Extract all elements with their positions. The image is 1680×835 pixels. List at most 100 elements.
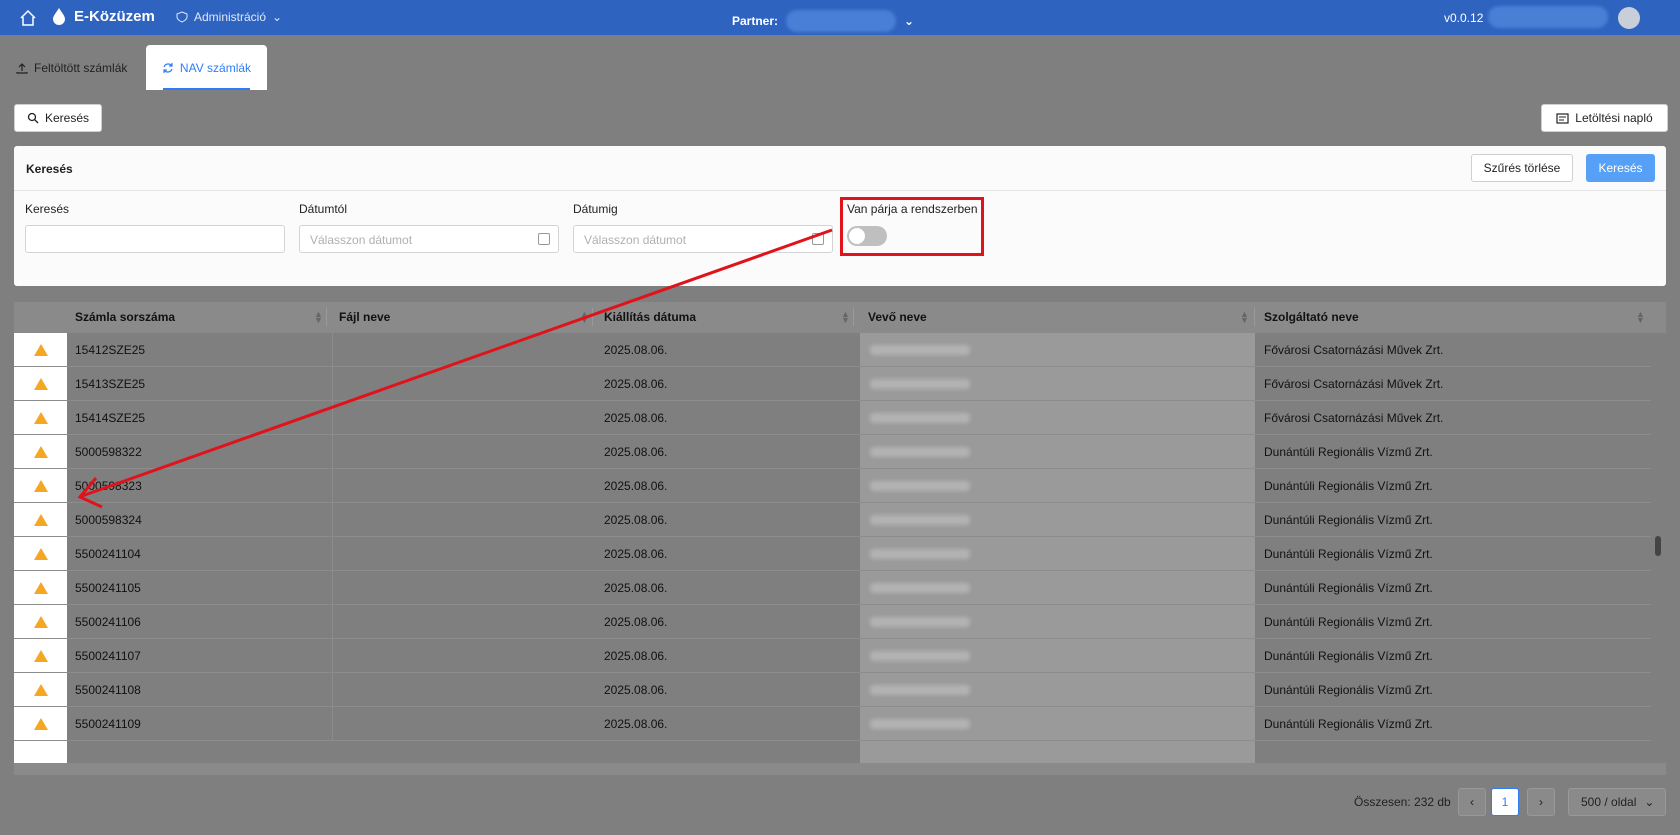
provider-name-cell: Dunántúli Regionális Vízmű Zrt. — [1264, 615, 1433, 629]
issue-date-cell: 2025.08.06. — [604, 547, 668, 561]
sync-icon — [163, 62, 173, 73]
invoice-number-cell: 5500241108 — [75, 683, 141, 697]
tab-label: NAV számlák — [179, 60, 252, 75]
prev-page-button[interactable]: ‹ — [1458, 788, 1486, 816]
provider-name-cell: Dunántúli Regionális Vízmű Zrt. — [1264, 547, 1433, 561]
chevron-down-icon: ⌄ — [904, 14, 915, 28]
shield-icon — [176, 11, 188, 23]
chevron-down-icon: ⌄ — [272, 10, 283, 24]
customer-name-redacted — [870, 345, 970, 355]
drop-icon — [53, 8, 65, 25]
customer-name-redacted — [870, 413, 970, 423]
cell-divider — [332, 673, 333, 707]
app-logo[interactable]: E-Közüzem — [52, 7, 155, 25]
invoice-number-cell: 5000598323 — [75, 479, 142, 493]
column-header-provider-name[interactable]: Szolgáltató neve — [1264, 310, 1359, 324]
version-label: v0.0.12 — [1444, 11, 1484, 25]
issue-date-cell: 2025.08.06. — [604, 445, 668, 459]
table-row[interactable]: 5500241104 2025.08.06. Dunántúli Regionáli… — [14, 537, 1651, 571]
cell-divider — [332, 571, 333, 605]
date-from-field[interactable]: Válasszon dátumot — [299, 225, 559, 253]
customer-name-redacted — [870, 447, 970, 457]
log-icon — [1556, 112, 1569, 124]
cell-divider — [332, 537, 333, 571]
table-row[interactable]: 5500241109 2025.08.06. Dunántúli Regionáli… — [14, 707, 1651, 741]
customer-name-redacted — [870, 651, 970, 661]
download-log-button[interactable]: Letöltési napló — [1541, 104, 1668, 132]
date-from-placeholder: Válasszon dátumot — [310, 233, 413, 247]
tab-bar: Feltöltött számlák NAV számlák — [0, 35, 1680, 90]
table-row[interactable]: 5500241106 2025.08.06. Dunántúli Regionáli… — [14, 605, 1651, 639]
table-row[interactable]: 5000598324 2025.08.06. Dunántúli Regionáli… — [14, 503, 1651, 537]
sort-icon[interactable]: ▲ ▼ — [580, 310, 589, 325]
tab-uploaded-invoices[interactable]: Feltöltött számlák — [16, 45, 127, 90]
table-row[interactable]: 15413SZE25 2025.08.06. Fővárosi Csatornázá… — [14, 367, 1651, 401]
issue-date-cell: 2025.08.06. — [604, 377, 668, 391]
horizontal-scrollbar[interactable] — [14, 763, 1666, 775]
provider-name-cell: Fővárosi Csatornázási Művek Zrt. — [1264, 377, 1444, 391]
column-divider — [326, 308, 327, 326]
provider-name-cell: Dunántúli Regionális Vízmű Zrt. — [1264, 513, 1433, 527]
cell-divider — [332, 639, 333, 673]
invoice-number-cell: 5000598322 — [75, 445, 142, 459]
tab-label: Feltöltött számlák — [34, 60, 128, 75]
clear-filter-button[interactable]: Szűrés törlése — [1471, 154, 1573, 182]
sort-icon[interactable]: ▲ ▼ — [1240, 310, 1249, 325]
invoice-number-cell: 15413SZE25 — [75, 377, 146, 391]
tab-nav-invoices[interactable]: NAV számlák — [146, 45, 267, 90]
warning-icon — [34, 548, 48, 560]
search-input[interactable] — [25, 225, 285, 253]
provider-name-cell: Dunántúli Regionális Vízmű Zrt. — [1264, 581, 1433, 595]
issue-date-cell: 2025.08.06. — [604, 683, 668, 697]
table-row[interactable]: 5500241107 2025.08.06. Dunántúli Regionáli… — [14, 639, 1651, 673]
table-row[interactable]: 15412SZE25 2025.08.06. Fővárosi Csatornázá… — [14, 333, 1651, 367]
table-row[interactable]: 5000598323 2025.08.06. Dunántúli Regionáli… — [14, 469, 1651, 503]
page-number: 1 — [1501, 795, 1509, 809]
sort-icon[interactable]: ▲ ▼ — [841, 310, 850, 325]
clear-filter-label: Szűrés törlése — [1483, 161, 1561, 175]
issue-date-cell: 2025.08.06. — [604, 343, 668, 357]
column-header-customer-name[interactable]: Vevő neve — [868, 310, 927, 324]
issue-date-cell: 2025.08.06. — [604, 581, 668, 595]
column-divider — [1254, 308, 1255, 326]
annotation-highlight-box — [840, 197, 984, 256]
column-header-issue-date[interactable]: Kiállítás dátuma — [604, 310, 696, 324]
cell-divider — [332, 707, 333, 741]
calendar-icon — [812, 233, 824, 245]
search-submit-button[interactable]: Keresés — [1586, 154, 1655, 182]
invoice-number-cell: 5500241107 — [75, 649, 141, 663]
table-row[interactable]: 5000598322 2025.08.06. Dunántúli Regionáli… — [14, 435, 1651, 469]
chevron-down-icon: ⌄ — [1644, 795, 1655, 809]
sort-icon[interactable]: ▲ ▼ — [314, 310, 323, 325]
search-field-label: Keresés — [25, 202, 70, 216]
avatar[interactable] — [1618, 7, 1640, 29]
search-icon — [27, 112, 39, 124]
date-to-field[interactable]: Válasszon dátumot — [573, 225, 833, 253]
partner-selector[interactable]: Partner: ⌄ — [732, 10, 914, 32]
table-body: 15412SZE25 2025.08.06. Fővárosi Csatornázá… — [14, 333, 1651, 763]
vertical-scrollbar-thumb[interactable] — [1655, 536, 1661, 556]
invoice-number-cell: 5500241106 — [75, 615, 141, 629]
table-row[interactable]: 5500241108 2025.08.06. Dunántúli Regionáli… — [14, 673, 1651, 707]
admin-menu[interactable]: Administráció ⌄ — [176, 10, 282, 24]
next-page-button[interactable]: › — [1527, 788, 1555, 816]
page-button[interactable]: 1 — [1491, 788, 1519, 816]
invoice-number-cell: 5000598324 — [75, 513, 142, 527]
issue-date-cell: 2025.08.06. — [604, 411, 668, 425]
customer-name-redacted — [870, 379, 970, 389]
column-header-file-name[interactable]: Fájl neve — [339, 310, 390, 324]
home-icon[interactable] — [18, 8, 38, 28]
invoice-number-cell: 15412SZE25 — [75, 343, 146, 357]
sort-icon[interactable]: ▲ ▼ — [1636, 310, 1645, 325]
provider-name-cell: Dunántúli Regionális Vízmű Zrt. — [1264, 445, 1433, 459]
column-divider — [592, 308, 593, 326]
search-toggle-button[interactable]: Keresés — [14, 104, 102, 132]
customer-name-redacted — [870, 481, 970, 491]
table-row[interactable]: 15414SZE25 2025.08.06. Fővárosi Csatornázá… — [14, 401, 1651, 435]
table-row[interactable]: 5500241105 2025.08.06. Dunántúli Regionáli… — [14, 571, 1651, 605]
column-header-invoice-number[interactable]: Számla sorszáma — [75, 310, 175, 324]
chevron-left-icon: ‹ — [1470, 795, 1474, 809]
user-email-redacted[interactable] — [1488, 6, 1608, 28]
total-count: Összesen: 232 db — [1354, 795, 1451, 809]
page-size-select[interactable]: 500 / oldal ⌄ — [1568, 788, 1666, 816]
